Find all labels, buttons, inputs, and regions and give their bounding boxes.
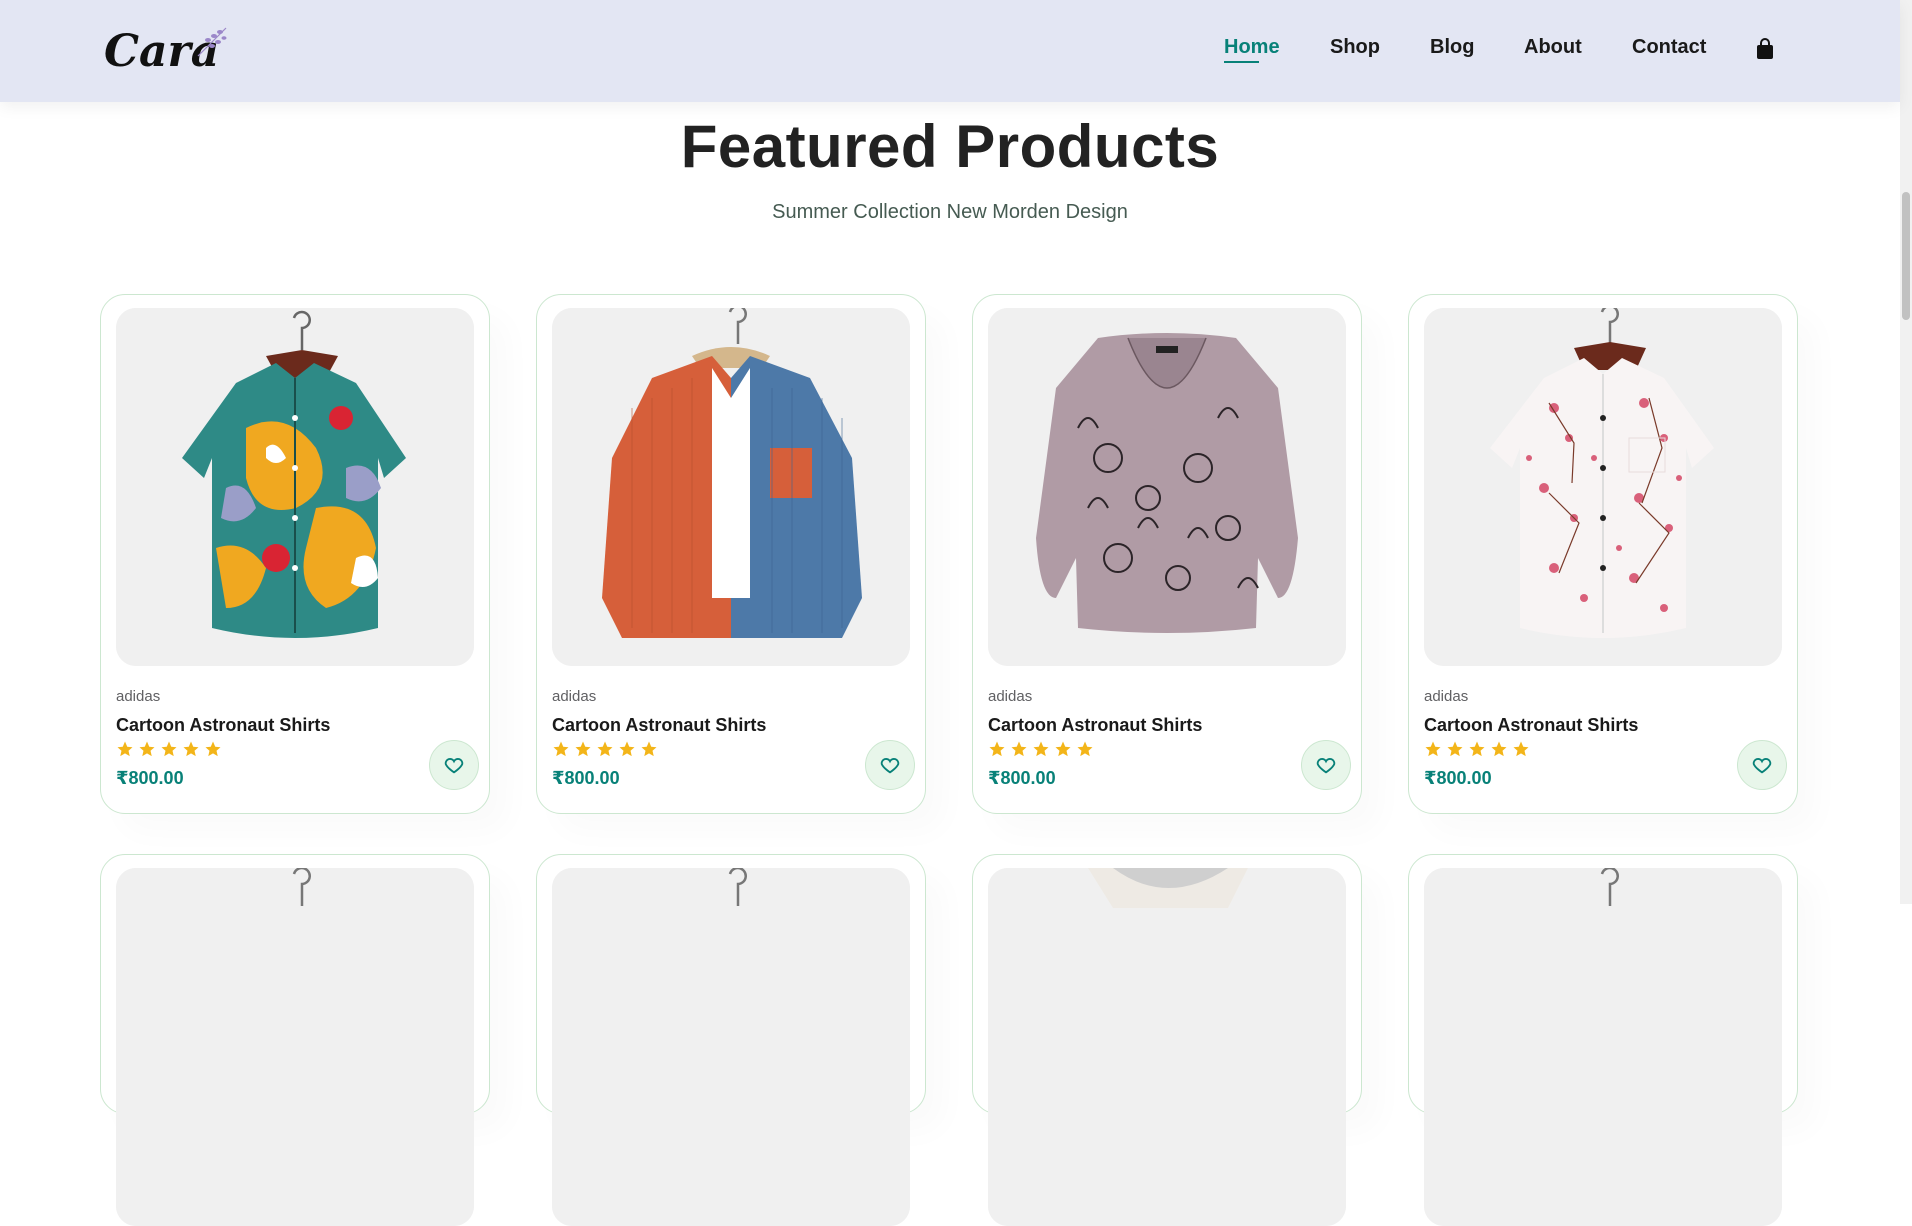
product-rating bbox=[1424, 740, 1530, 760]
star-icon bbox=[1055, 741, 1071, 757]
star-icon bbox=[1077, 741, 1093, 757]
star-icon bbox=[575, 741, 591, 757]
product-image[interactable] bbox=[552, 868, 910, 1226]
product-rating bbox=[116, 740, 222, 760]
page-scrollbar[interactable] bbox=[1900, 0, 1912, 904]
star-icon bbox=[1425, 741, 1441, 757]
nav-home[interactable]: Home bbox=[1224, 36, 1280, 63]
product-image-blossom-shirt[interactable] bbox=[1424, 308, 1782, 666]
heart-icon bbox=[880, 758, 900, 774]
product-card[interactable] bbox=[972, 854, 1362, 1226]
featured-products-subtitle: Summer Collection New Morden Design bbox=[772, 201, 1128, 223]
star-icon bbox=[183, 741, 199, 757]
star-icon bbox=[597, 741, 613, 757]
product-brand: adidas bbox=[552, 688, 597, 705]
nav-contact[interactable]: Contact bbox=[1632, 36, 1706, 59]
product-price: ₹800.00 bbox=[552, 768, 620, 788]
nav-shop[interactable]: Shop bbox=[1330, 36, 1380, 59]
product-brand: adidas bbox=[116, 688, 161, 705]
product-image-floral-shirt[interactable] bbox=[116, 308, 474, 666]
nav-blog[interactable]: Blog bbox=[1430, 36, 1474, 59]
star-icon bbox=[161, 741, 177, 757]
star-icon bbox=[619, 741, 635, 757]
star-icon bbox=[1513, 741, 1529, 757]
product-card[interactable] bbox=[1408, 854, 1798, 1226]
product-price: ₹800.00 bbox=[1424, 768, 1492, 788]
star-icon bbox=[989, 741, 1005, 757]
product-image[interactable] bbox=[1424, 868, 1782, 1226]
star-icon bbox=[117, 741, 133, 757]
product-name: Cartoon Astronaut Shirts bbox=[988, 715, 1203, 735]
shopping-bag-icon[interactable] bbox=[1755, 38, 1775, 60]
product-brand: adidas bbox=[1424, 688, 1469, 705]
product-name: Cartoon Astronaut Shirts bbox=[1424, 715, 1639, 735]
star-icon bbox=[139, 741, 155, 757]
star-icon bbox=[1469, 741, 1485, 757]
star-icon bbox=[553, 741, 569, 757]
wishlist-button[interactable] bbox=[865, 740, 915, 790]
product-image[interactable] bbox=[988, 868, 1346, 1226]
product-name: Cartoon Astronaut Shirts bbox=[552, 715, 767, 735]
product-price: ₹800.00 bbox=[116, 768, 184, 788]
product-card[interactable]: adidas Cartoon Astronaut Shirts ₹800.00 bbox=[536, 294, 926, 814]
product-card[interactable] bbox=[100, 854, 490, 1226]
product-rating bbox=[552, 740, 658, 760]
product-price: ₹800.00 bbox=[988, 768, 1056, 788]
star-icon bbox=[1491, 741, 1507, 757]
star-icon bbox=[1033, 741, 1049, 757]
main-nav: Home Shop Blog About Contact bbox=[0, 0, 1900, 102]
product-image-cat-print-blouse[interactable] bbox=[988, 308, 1346, 666]
product-image[interactable] bbox=[116, 868, 474, 1226]
star-icon bbox=[1011, 741, 1027, 757]
star-icon bbox=[641, 741, 657, 757]
heart-icon bbox=[1316, 758, 1336, 774]
product-card[interactable]: adidas Cartoon Astronaut Shirts ₹800.00 bbox=[1408, 294, 1798, 814]
product-card[interactable] bbox=[536, 854, 926, 1226]
featured-products-title: Featured Products bbox=[680, 113, 1220, 180]
star-icon bbox=[1447, 741, 1463, 757]
wishlist-button[interactable] bbox=[1737, 740, 1787, 790]
product-name: Cartoon Astronaut Shirts bbox=[116, 715, 331, 735]
nav-home-label: Home bbox=[1224, 36, 1280, 58]
wishlist-button[interactable] bbox=[1301, 740, 1351, 790]
star-icon bbox=[205, 741, 221, 757]
site-header: Cara Home Shop Blog About Contact bbox=[0, 0, 1900, 102]
scrollbar-thumb[interactable] bbox=[1902, 192, 1910, 320]
nav-about[interactable]: About bbox=[1524, 36, 1582, 59]
active-nav-underline bbox=[1224, 61, 1259, 63]
product-image-corduroy-shirt[interactable] bbox=[552, 308, 910, 666]
product-card[interactable]: adidas Cartoon Astronaut Shirts ₹800.00 bbox=[972, 294, 1362, 814]
heart-icon bbox=[1752, 758, 1772, 774]
product-card[interactable]: adidas Cartoon Astronaut Shirts ₹800.00 bbox=[100, 294, 490, 814]
heart-icon bbox=[444, 758, 464, 774]
wishlist-button[interactable] bbox=[429, 740, 479, 790]
product-brand: adidas bbox=[988, 688, 1033, 705]
product-rating bbox=[988, 740, 1094, 760]
